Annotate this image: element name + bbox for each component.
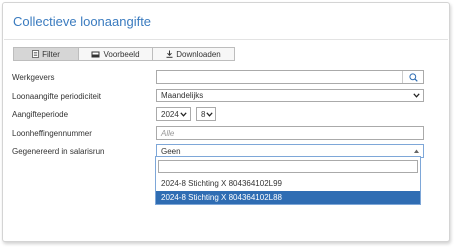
aangifteperiode-label: Aangifteperiode bbox=[12, 110, 69, 119]
document-icon bbox=[32, 50, 40, 58]
search-icon bbox=[408, 72, 418, 82]
page-title: Collectieve loonaangifte bbox=[13, 14, 152, 29]
periodiciteit-select[interactable]: Maandelijks bbox=[156, 89, 424, 102]
month-select[interactable]: 8 bbox=[196, 107, 216, 121]
loonheffingennummer-input[interactable]: Alle bbox=[156, 126, 424, 140]
salarisrun-dropdown: 2024-8 Stichting X 804364102L99 2024-8 S… bbox=[155, 156, 421, 205]
month-value: 8 bbox=[201, 109, 206, 119]
tab-voorbeeld[interactable]: Voorbeeld bbox=[78, 47, 153, 61]
salarisrun-search-input[interactable] bbox=[158, 160, 418, 173]
werkgevers-search-button[interactable] bbox=[402, 71, 423, 83]
chevron-down-icon bbox=[413, 93, 420, 98]
main-panel: Collectieve loonaangifte Filter Voorbeel… bbox=[2, 2, 450, 242]
salarisrun-option-label: 2024-8 Stichting X 804364102L88 bbox=[161, 193, 282, 202]
chevron-down-icon bbox=[206, 112, 213, 117]
download-icon bbox=[166, 50, 173, 58]
salarisrun-option[interactable]: 2024-8 Stichting X 804364102L99 bbox=[156, 177, 420, 190]
tab-downloaden-label: Downloaden bbox=[176, 49, 221, 59]
tab-downloaden[interactable]: Downloaden bbox=[152, 47, 235, 61]
salarisrun-label: Gegenereerd in salarisrun bbox=[12, 147, 105, 156]
loonheffingennummer-placeholder: Alle bbox=[161, 128, 175, 138]
title-divider bbox=[4, 39, 448, 40]
tab-filter[interactable]: Filter bbox=[13, 47, 79, 61]
werkgevers-field[interactable] bbox=[156, 70, 424, 84]
loonheffingennummer-label: Loonheffingennummer bbox=[12, 129, 92, 138]
periodiciteit-value: Maandelijks bbox=[161, 91, 204, 100]
salarisrun-value: Geen bbox=[161, 146, 181, 156]
werkgevers-label: Werkgevers bbox=[12, 73, 55, 82]
tab-filter-label: Filter bbox=[42, 49, 60, 59]
tab-bar: Filter Voorbeeld Downloaden bbox=[13, 47, 235, 61]
image-icon bbox=[91, 51, 100, 57]
salarisrun-option-label: 2024-8 Stichting X 804364102L99 bbox=[161, 179, 282, 188]
year-value: 2024 bbox=[161, 109, 179, 119]
chevron-down-icon bbox=[180, 112, 187, 117]
periodiciteit-label: Loonaangifte periodiciteit bbox=[12, 92, 101, 101]
year-select[interactable]: 2024 bbox=[156, 107, 191, 121]
caret-up-icon bbox=[414, 149, 419, 153]
tab-voorbeeld-label: Voorbeeld bbox=[103, 49, 140, 59]
salarisrun-option-selected[interactable]: 2024-8 Stichting X 804364102L88 bbox=[156, 191, 420, 204]
